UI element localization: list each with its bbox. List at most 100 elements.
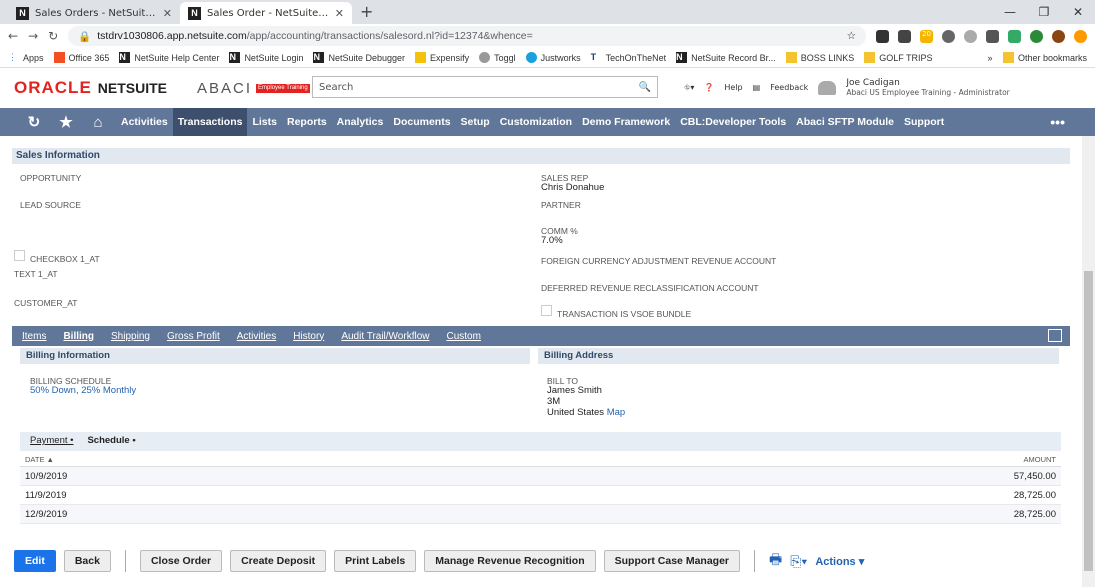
bookmark-login[interactable]: N NetSuite Login: [229, 52, 303, 63]
extension-icon[interactable]: [986, 29, 999, 43]
recent-records-icon[interactable]: ⛗▾: [684, 83, 694, 93]
amount-column-header[interactable]: AMOUNT: [1024, 455, 1057, 464]
help-icon[interactable]: ❓: [704, 83, 714, 92]
map-link[interactable]: Map: [607, 407, 625, 418]
billing-address-header: Billing Address: [538, 348, 1059, 364]
reload-icon[interactable]: ↻: [48, 29, 58, 43]
recent-icon[interactable]: ↻: [20, 113, 48, 131]
subtab-layout-icon[interactable]: [1048, 329, 1062, 342]
bookmark-techonthenet[interactable]: T TechOnTheNet: [591, 52, 667, 63]
subtab-items[interactable]: Items: [22, 331, 46, 342]
feedback-link[interactable]: Feedback: [770, 83, 808, 92]
sales-information-header[interactable]: Sales Information: [12, 148, 1070, 164]
bookmark-toggl[interactable]: Toggl: [479, 52, 516, 63]
actions-menu[interactable]: Actions ▾: [815, 555, 864, 568]
user-menu[interactable]: Joe Cadigan Abaci US Employee Training -…: [846, 78, 1009, 97]
nav-analytics[interactable]: Analytics: [332, 108, 389, 136]
netsuite-header: ORACLE NETSUITE ABACI Employee Training S…: [0, 68, 1095, 108]
extension-icon[interactable]: [898, 29, 911, 43]
feedback-icon[interactable]: ▤: [753, 83, 761, 92]
nav-abaci-sftp[interactable]: Abaci SFTP Module: [791, 108, 899, 136]
tab-close-icon[interactable]: ✕: [335, 7, 344, 20]
bookmark-expensify[interactable]: Expensify: [415, 52, 469, 63]
nav-more-icon[interactable]: •••: [1050, 114, 1065, 130]
extension-icon[interactable]: [942, 29, 955, 43]
extension-check-icon[interactable]: [1030, 29, 1043, 43]
tab-close-icon[interactable]: ✕: [163, 7, 172, 20]
checkbox-1-at[interactable]: [14, 250, 25, 261]
nav-lists[interactable]: Lists: [247, 108, 282, 136]
bookmark-apps[interactable]: ⋮ Apps: [8, 52, 44, 63]
subtab-activities[interactable]: Activities: [237, 331, 276, 342]
extension-icon[interactable]: [1074, 29, 1087, 43]
copy-document-icon[interactable]: ⎘▾: [790, 553, 807, 570]
subtab-gross-profit[interactable]: Gross Profit: [167, 331, 220, 342]
favorites-star-icon[interactable]: ★: [52, 113, 80, 131]
home-icon[interactable]: ⌂: [84, 114, 112, 131]
new-tab-button[interactable]: +: [360, 2, 373, 21]
schedule-table: DATE ▲ AMOUNT 10/9/2019 57,450.00 11/9/2…: [20, 451, 1061, 524]
address-bar[interactable]: 🔒 tstdrv1030806.app.netsuite.com/app/acc…: [68, 26, 866, 46]
bookmark-golf-trips[interactable]: GOLF TRIPS: [864, 52, 933, 63]
browser-tab-sales-order[interactable]: N Sales Order - NetSuite (Abaci US ✕: [180, 2, 352, 24]
subtab-custom[interactable]: Custom: [447, 331, 481, 342]
nav-support[interactable]: Support: [899, 108, 949, 136]
extension-icon[interactable]: [964, 29, 977, 43]
back-arrow-icon[interactable]: ←: [8, 29, 18, 43]
edit-button[interactable]: Edit: [14, 550, 56, 572]
create-deposit-button[interactable]: Create Deposit: [230, 550, 327, 572]
close-order-button[interactable]: Close Order: [139, 550, 223, 572]
subtab-billing[interactable]: Billing: [63, 331, 94, 342]
extension-icon[interactable]: [876, 29, 889, 43]
back-button[interactable]: Back: [63, 550, 111, 572]
vsoe-bundle-label: TRANSACTION IS VSOE BUNDLE: [557, 309, 692, 319]
extension-badge-icon[interactable]: 20: [920, 29, 933, 43]
scrollbar-thumb[interactable]: [1084, 271, 1093, 571]
subtab-audit-trail[interactable]: Audit Trail/Workflow: [341, 331, 429, 342]
tab-schedule[interactable]: Schedule •: [87, 435, 135, 448]
nav-activities[interactable]: Activities: [116, 108, 173, 136]
nav-transactions[interactable]: Transactions: [172, 108, 248, 136]
bookmark-debugger[interactable]: N NetSuite Debugger: [313, 52, 405, 63]
subtab-history[interactable]: History: [293, 331, 324, 342]
help-link[interactable]: Help: [724, 83, 742, 92]
bill-to-country-line: United States Map: [547, 407, 626, 418]
date-column-header[interactable]: DATE ▲: [25, 455, 54, 464]
support-case-manager-button[interactable]: Support Case Manager: [603, 550, 740, 572]
action-bar: Edit Back Close Order Create Deposit Pri…: [14, 549, 864, 573]
nav-documents[interactable]: Documents: [388, 108, 455, 136]
bookmark-justworks[interactable]: Justworks: [525, 52, 581, 63]
tab-payment[interactable]: Payment •: [30, 435, 73, 448]
oracle-netsuite-logo[interactable]: ORACLE NETSUITE ABACI Employee Training: [14, 78, 310, 98]
billing-schedule-link[interactable]: 50% Down, 25% Monthly: [30, 385, 136, 396]
nav-reports[interactable]: Reports: [282, 108, 332, 136]
star-icon[interactable]: ☆: [847, 30, 856, 42]
minimize-icon[interactable]: —: [993, 0, 1027, 24]
netsuite-favicon-icon: N: [188, 6, 201, 20]
bookmark-other[interactable]: » Other bookmarks: [987, 52, 1087, 63]
profile-avatar-icon[interactable]: [1052, 29, 1065, 43]
browser-tab-sales-orders[interactable]: N Sales Orders - NetSuite (Abaci US ✕: [8, 2, 180, 24]
lead-source-label: LEAD SOURCE: [20, 200, 81, 210]
nav-cbl-developer-tools[interactable]: CBL:Developer Tools: [675, 108, 791, 136]
vsoe-bundle-checkbox[interactable]: [541, 305, 552, 316]
print-labels-button[interactable]: Print Labels: [334, 550, 417, 572]
bookmark-record-browser[interactable]: N NetSuite Record Br...: [676, 52, 776, 63]
print-icon[interactable]: 🖶: [769, 549, 782, 573]
forward-arrow-icon[interactable]: →: [28, 29, 38, 43]
manage-revenue-recognition-button[interactable]: Manage Revenue Recognition: [424, 550, 596, 572]
page-scrollbar[interactable]: [1082, 136, 1095, 587]
nav-customization[interactable]: Customization: [495, 108, 577, 136]
subtab-shipping[interactable]: Shipping: [111, 331, 150, 342]
search-icon[interactable]: 🔍: [639, 82, 651, 93]
nav-setup[interactable]: Setup: [456, 108, 495, 136]
close-window-icon[interactable]: ✕: [1061, 0, 1095, 24]
nav-demo-framework[interactable]: Demo Framework: [577, 108, 675, 136]
bookmark-boss-links[interactable]: BOSS LINKS: [785, 52, 854, 63]
bookmark-help-center[interactable]: N NetSuite Help Center: [119, 52, 219, 63]
restore-icon[interactable]: ❐: [1027, 0, 1061, 24]
user-avatar[interactable]: [818, 80, 837, 95]
extension-icon[interactable]: [1008, 29, 1021, 43]
global-search-input[interactable]: Search 🔍: [312, 76, 658, 98]
bookmark-office365[interactable]: Office 365: [53, 52, 109, 63]
